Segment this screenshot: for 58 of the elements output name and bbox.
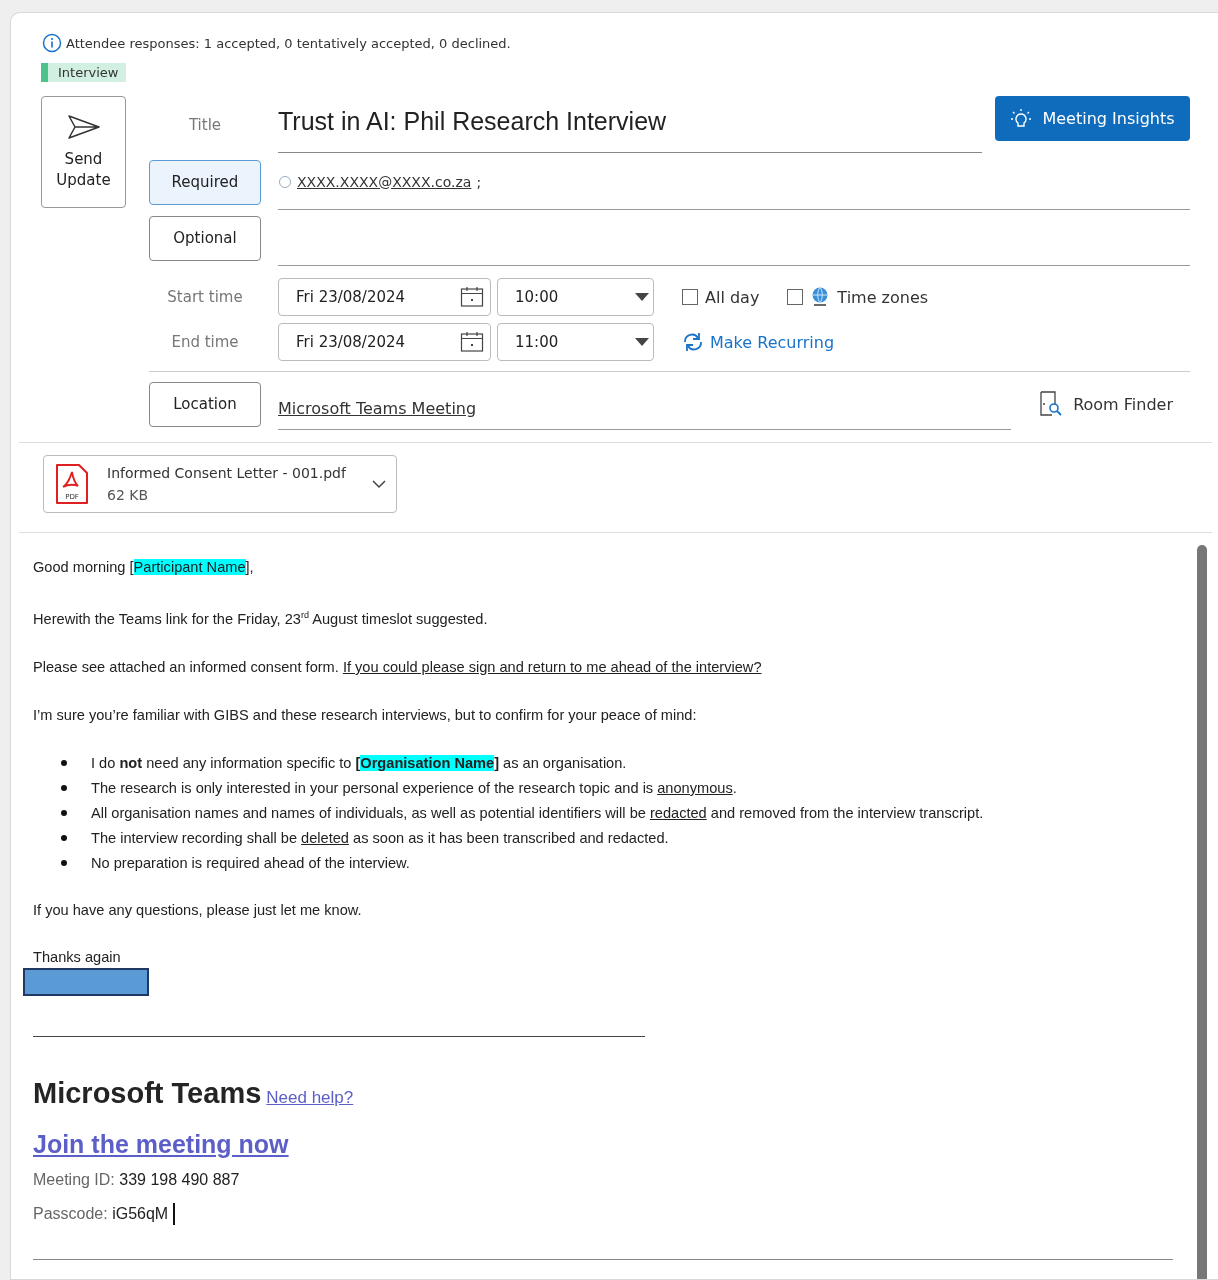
category-tag: Interview	[41, 63, 127, 82]
separator-text: ;	[476, 173, 482, 190]
recurring-icon	[682, 332, 704, 352]
date-field[interactable]: Fri 23/08/2024	[278, 278, 491, 316]
lightbulb-icon	[1010, 107, 1033, 130]
bullet-text: No preparation is required ahead of the interview.	[91, 853, 410, 873]
attachment-name: Informed Consent Letter - 001.pdf	[107, 464, 348, 483]
time-label: Start time	[166, 288, 244, 306]
title-label: Title	[187, 116, 223, 134]
location-link[interactable]: Microsoft Teams Meeting	[278, 378, 1011, 430]
bullet-icon	[61, 810, 67, 817]
attachment-size: 62 KB	[107, 486, 150, 505]
bullet-icon	[61, 835, 67, 842]
chevron-down-icon	[372, 479, 386, 489]
room-finder-button[interactable]: Room Finder	[1039, 391, 1173, 417]
need-help-link[interactable]: Need help?	[266, 1087, 354, 1108]
required-button[interactable]: Required	[149, 159, 261, 205]
bullet-icon	[61, 760, 67, 767]
send-icon	[66, 113, 101, 141]
bullet-text: The interview recording shall be deleted as soon as it has been transcribed and redacted.	[91, 828, 669, 848]
calendar-icon	[460, 331, 484, 353]
all-day-label: All day	[705, 287, 760, 307]
info-icon	[42, 33, 62, 53]
location-button[interactable]: Location	[149, 381, 261, 427]
room-search-icon	[1039, 391, 1064, 417]
meeting-detail-text: Meeting ID: 339 198 490 887	[33, 1170, 240, 1189]
body-paragraph: Please see attached an informed consent form. If you could please sign and return to me ahead of the interview?	[33, 657, 763, 677]
send-update-button[interactable]: Send Update	[41, 96, 126, 208]
scrollbar-thumb[interactable]	[1197, 545, 1207, 1279]
meeting-detail-text: Passcode: iG56qM	[33, 1204, 169, 1223]
join-meeting-link[interactable]: Join the meeting now	[33, 1129, 289, 1159]
bullet-text: The research is only interested in your personal experience of the research topic and is anonymous.	[91, 778, 737, 798]
response-status-icon	[278, 174, 292, 189]
bullet-icon	[61, 860, 67, 867]
attendee-responses-text: Attendee responses: 1 accepted, 0 tentatively accepted, 0 declined.	[66, 35, 511, 51]
time-dropdown[interactable]: 11:00	[497, 323, 654, 361]
body-paragraph: Herewith the Teams link for the Friday, 23$^{rd}$ August timeslot suggested.	[33, 609, 489, 629]
globe-icon	[810, 286, 831, 308]
body-paragraph: If you have any questions, please just let me know.	[33, 900, 363, 920]
all-day-checkbox[interactable]	[682, 289, 698, 305]
bullet-text: All organisation names and names of individuals, as well as potential identifiers will be redacted and removed from the interview transcript.	[91, 803, 984, 823]
dropdown-caret-icon	[635, 293, 649, 301]
calendar-icon	[460, 286, 484, 308]
optional-button[interactable]: Optional	[149, 215, 261, 261]
bullet-icon	[61, 785, 67, 792]
closing-text: Thanks again	[33, 947, 122, 967]
teams-heading: Microsoft Teams	[33, 1076, 262, 1110]
attendee-address[interactable]: XXXX.XXXX@XXXX.co.za	[297, 173, 472, 190]
body-paragraph: I’m sure you’re familiar with GIBS and these research interviews, but to confirm for your peace of mind:	[33, 705, 698, 725]
time-zones-checkbox[interactable]	[787, 289, 804, 305]
time-zones-label: Time zones	[837, 287, 929, 307]
time-dropdown[interactable]: 10:00	[497, 278, 654, 316]
date-field[interactable]: Fri 23/08/2024	[278, 323, 491, 361]
make-recurring-link[interactable]: Make Recurring	[682, 332, 835, 352]
meeting-insights-button[interactable]: Meeting Insights	[995, 96, 1190, 141]
dropdown-caret-icon	[635, 338, 649, 346]
title-field[interactable]: Trust in AI: Phil Research Interview	[278, 96, 982, 153]
time-label: End time	[170, 333, 240, 351]
